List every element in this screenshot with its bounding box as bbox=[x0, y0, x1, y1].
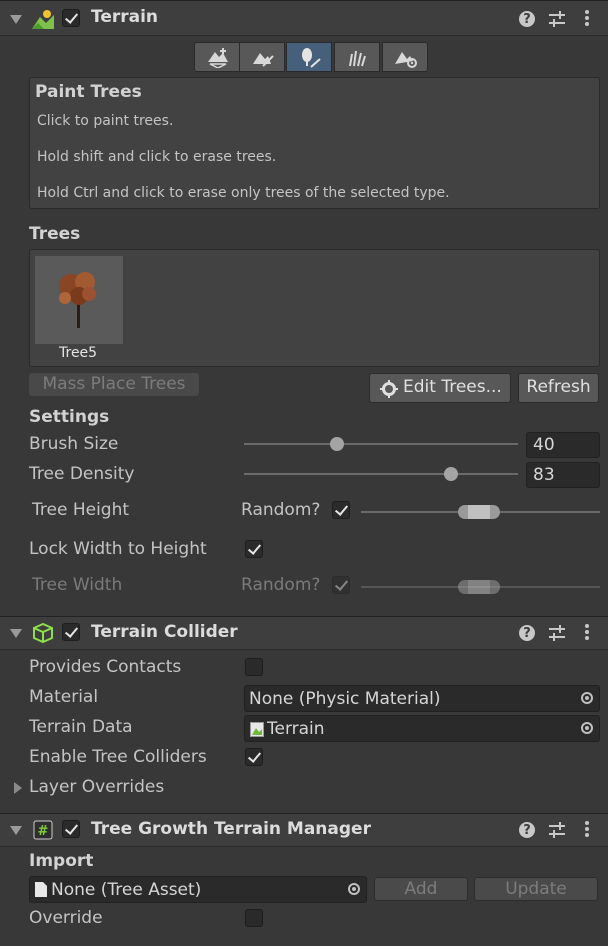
terrain-component-header[interactable]: Terrain ? bbox=[0, 0, 608, 36]
provides-contacts-checkbox[interactable] bbox=[245, 658, 263, 676]
tree-width-random-checkbox bbox=[332, 576, 350, 594]
tree-asset-file-icon bbox=[35, 882, 47, 897]
terrain-title: Terrain bbox=[91, 7, 159, 27]
object-picker-icon[interactable] bbox=[581, 692, 593, 704]
lock-width-checkbox[interactable] bbox=[245, 540, 263, 558]
edit-trees-label: Edit Trees... bbox=[403, 377, 502, 397]
gear-icon bbox=[380, 380, 398, 398]
collider-title: Terrain Collider bbox=[91, 622, 238, 642]
brush-size-slider[interactable] bbox=[244, 443, 518, 445]
tree-prototype-name: Tree5 bbox=[59, 345, 98, 361]
collider-cube-icon bbox=[33, 623, 53, 643]
tree-growth-manager-header[interactable]: # Tree Growth Terrain Manager ? bbox=[0, 813, 608, 847]
brush-size-label: Brush Size bbox=[29, 434, 119, 454]
paint-texture-tool[interactable] bbox=[239, 42, 285, 72]
tree-height-label: Tree Height bbox=[32, 500, 130, 520]
layer-overrides-label[interactable]: Layer Overrides bbox=[29, 777, 164, 797]
material-value: None (Physic Material) bbox=[249, 689, 441, 709]
lock-width-label: Lock Width to Height bbox=[29, 539, 207, 559]
terrain-data-label: Terrain Data bbox=[29, 717, 133, 737]
more-menu-icon[interactable] bbox=[585, 10, 589, 28]
trees-heading: Trees bbox=[29, 224, 81, 244]
paint-trees-tool[interactable] bbox=[286, 42, 332, 72]
object-picker-icon[interactable] bbox=[581, 722, 593, 734]
help-icon[interactable]: ? bbox=[519, 822, 535, 838]
update-button[interactable]: Update bbox=[474, 877, 598, 901]
terrain-data-object-field[interactable]: Terrain bbox=[244, 715, 600, 742]
brush-size-slider-thumb[interactable] bbox=[329, 437, 344, 451]
refresh-button[interactable]: Refresh bbox=[518, 373, 599, 403]
tree-width-random-label: Random? bbox=[241, 575, 321, 595]
paint-details-tool[interactable] bbox=[334, 42, 380, 72]
override-label: Override bbox=[29, 908, 103, 928]
settings-heading: Settings bbox=[29, 407, 110, 427]
svg-text:#: # bbox=[38, 824, 49, 839]
terrain-settings-tool[interactable] bbox=[382, 42, 428, 72]
tree-density-label: Tree Density bbox=[29, 464, 135, 484]
provides-contacts-label: Provides Contacts bbox=[29, 657, 182, 677]
enable-tree-colliders-checkbox[interactable] bbox=[245, 748, 263, 766]
tree-height-random-label: Random? bbox=[241, 500, 321, 520]
material-object-field[interactable]: None (Physic Material) bbox=[244, 685, 600, 712]
collider-enabled-checkbox[interactable] bbox=[62, 623, 80, 641]
enable-tree-colliders-label: Enable Tree Colliders bbox=[29, 747, 207, 767]
tree-asset-value: None (Tree Asset) bbox=[51, 880, 202, 900]
tree-width-label: Tree Width bbox=[32, 575, 123, 595]
edit-trees-button[interactable]: Edit Trees... bbox=[369, 373, 511, 403]
help-icon[interactable]: ? bbox=[519, 11, 535, 27]
presets-icon[interactable] bbox=[548, 624, 566, 642]
terrain-enabled-checkbox[interactable] bbox=[62, 9, 80, 27]
script-hash-icon: # bbox=[33, 820, 53, 840]
tree-height-random-checkbox[interactable] bbox=[332, 501, 350, 519]
tree-density-slider[interactable] bbox=[244, 473, 518, 475]
material-label: Material bbox=[29, 687, 99, 707]
layer-overrides-foldout-icon[interactable] bbox=[14, 782, 22, 794]
tree-width-range-thumb bbox=[458, 580, 500, 594]
help-box-line: Click to paint trees. bbox=[37, 113, 174, 129]
brush-size-input[interactable]: 40 bbox=[526, 432, 600, 458]
add-button[interactable]: Add bbox=[374, 877, 468, 901]
more-menu-icon[interactable] bbox=[585, 821, 589, 839]
tree-density-slider-thumb[interactable] bbox=[444, 467, 459, 481]
import-heading: Import bbox=[29, 851, 94, 871]
foldout-arrow-icon[interactable] bbox=[10, 826, 22, 835]
terrain-data-asset-icon bbox=[250, 722, 264, 737]
terrain-icon bbox=[32, 10, 54, 29]
tree-height-range-thumb[interactable] bbox=[458, 505, 500, 519]
foldout-arrow-icon[interactable] bbox=[10, 15, 22, 24]
help-box-line: Hold shift and click to erase trees. bbox=[37, 149, 277, 165]
override-checkbox[interactable] bbox=[245, 909, 263, 927]
foldout-arrow-icon[interactable] bbox=[10, 629, 22, 638]
mass-place-trees-button[interactable]: Mass Place Trees bbox=[29, 373, 199, 396]
tree-asset-object-field[interactable]: None (Tree Asset) bbox=[29, 876, 367, 903]
object-picker-icon[interactable] bbox=[348, 883, 360, 895]
help-icon[interactable]: ? bbox=[519, 625, 535, 641]
terrain-data-value: Terrain bbox=[267, 719, 325, 739]
help-box-title: Paint Trees bbox=[35, 82, 142, 102]
tree-preview-icon bbox=[59, 272, 96, 328]
tree-density-input[interactable]: 83 bbox=[526, 462, 600, 488]
manager-enabled-checkbox[interactable] bbox=[62, 820, 80, 838]
terrain-collider-header[interactable]: Terrain Collider ? bbox=[0, 616, 608, 650]
manager-title: Tree Growth Terrain Manager bbox=[91, 819, 371, 839]
presets-icon[interactable] bbox=[548, 821, 566, 839]
more-menu-icon[interactable] bbox=[585, 624, 589, 642]
tree-prototype-item[interactable] bbox=[35, 256, 123, 344]
help-box-line: Hold Ctrl and click to erase only trees … bbox=[37, 185, 450, 201]
raise-lower-terrain-tool[interactable] bbox=[194, 42, 240, 72]
presets-icon[interactable] bbox=[548, 10, 566, 28]
